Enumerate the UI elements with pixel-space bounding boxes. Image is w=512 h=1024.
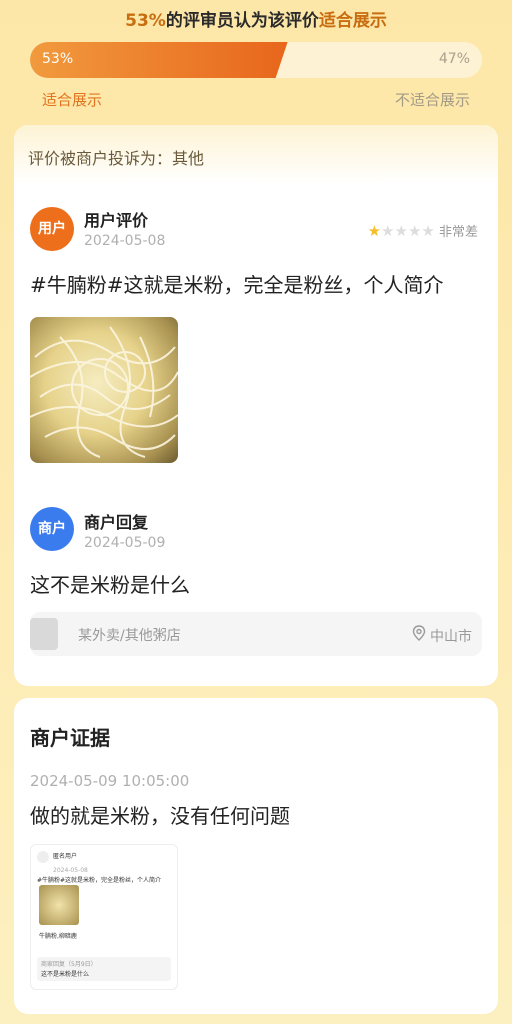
location-pin-icon [412,625,426,641]
star-icon: ★ [394,222,408,240]
evidence-card: 商户证据 2024-05-09 10:05:00 做的就是米粉，没有任何问题 匿… [14,698,498,1014]
unsuitable-percent: 47% [438,51,470,67]
user-review-date: 2024-05-08 [84,233,166,249]
verdict-middle: 的评审员认为该评价 [165,11,319,31]
user-avatar: 用户 [30,207,74,251]
shop-city: 中山市 [430,629,472,645]
suitable-percent: 53% [42,51,74,67]
star-icon: ★ [381,222,395,240]
shop-name: 某外卖/其他粥店 [78,628,181,644]
user-review-title: 用户评价 [84,211,149,230]
shop-location: 中山市 [412,625,472,646]
verdict-headline: 53%的评审员认为该评价适合展示 [0,6,512,31]
star-icon: ★ [367,222,382,240]
star-icon: ★ [421,222,435,240]
mini-tag: 牛腩粉,柳暗鹿 [39,933,77,940]
mini-photo [39,885,79,925]
star-row: ★★★★★ [367,222,435,240]
merchant-reply-text: 这不是米粉是什么 [30,573,190,597]
shop-thumbnail [30,618,58,650]
suitable-label: 适合展示 [42,91,103,109]
merchant-avatar: 商户 [30,507,74,551]
evidence-datetime: 2024-05-09 10:05:00 [30,772,190,790]
merchant-reply-date: 2024-05-09 [84,535,166,551]
evidence-title: 商户证据 [30,726,110,750]
complaint-reason: 评价被商户投诉为：其他 [14,125,498,185]
star-icon: ★ [407,222,422,240]
user-review-text: #牛腩粉#这就是米粉，完全是粉丝，个人简介 [30,273,444,297]
evidence-screenshot[interactable]: 匿名用户 2024-05-08 #牛腩粉#这就是米粉，完全是粉丝，个人简介 牛腩… [30,844,178,990]
vote-progress-bar: 53% 47% [30,42,482,78]
noodle-image-icon [30,326,178,458]
mini-user: 匿名用户 [53,853,78,860]
unsuitable-label: 不适合展示 [394,91,470,109]
verdict-percent: 53% [125,11,166,31]
mini-review: #牛腩粉#这就是米粉，完全是粉丝，个人简介 [37,877,162,884]
evidence-text: 做的就是米粉，没有任何问题 [30,804,290,828]
shop-info-row[interactable]: 某外卖/其他粥店 中山市 [30,612,482,656]
review-photo[interactable] [30,317,178,463]
rating-stars: ★★★★★ 非常差 [368,221,478,240]
review-card: 评价被商户投诉为：其他 用户 用户评价 2024-05-08 ★★★★★ 非常差… [14,125,498,686]
mini-reply: 这不是米粉是什么 [41,971,90,978]
mini-date: 2024-05-08 [53,867,88,874]
mini-reply-label: 商家回复（5月9日） [41,961,97,968]
rating-label: 非常差 [438,225,478,240]
verdict-label: 适合展示 [318,11,387,31]
mini-avatar [37,851,49,863]
merchant-reply-title: 商户回复 [84,513,149,532]
